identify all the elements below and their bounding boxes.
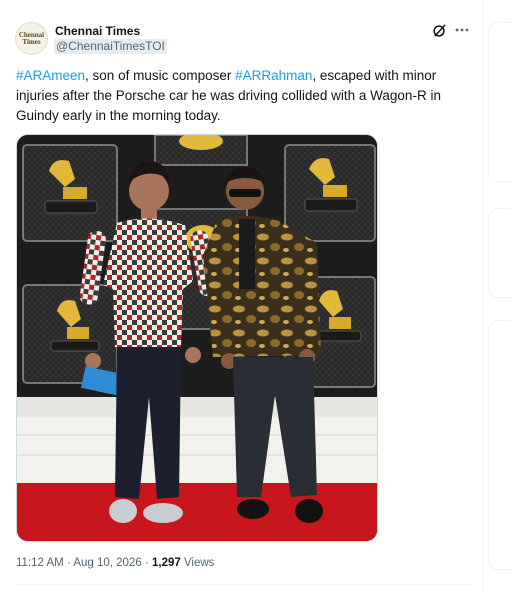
tweet: Chennai Times Chennai Times @ChennaiTime…	[0, 0, 483, 592]
account-handle[interactable]: @ChennaiTimesTOI	[54, 39, 167, 54]
timestamp[interactable]: 11:12 AM · Aug 10, 2026	[16, 557, 142, 569]
tweet-text: #ARAmeen, son of music composer #ARRahma…	[16, 66, 471, 126]
avatar[interactable]: Chennai Times	[15, 22, 48, 55]
more-options-icon[interactable]	[455, 25, 469, 35]
sidebar-card	[488, 208, 512, 298]
hashtag-link[interactable]: #ARRahman	[235, 68, 312, 83]
account-name[interactable]: Chennai Times	[55, 24, 140, 38]
avatar-logo-text: Times	[22, 37, 41, 46]
sidebar-card	[488, 320, 512, 570]
photo-red-carpet	[17, 135, 377, 541]
tweet-photo[interactable]	[16, 134, 378, 542]
sidebar-card	[488, 22, 512, 182]
views-label: Views	[180, 557, 215, 569]
grok-icon[interactable]	[432, 23, 447, 38]
tweet-text-segment: , son of music composer	[85, 68, 236, 83]
tweet-meta: 11:12 AM · Aug 10, 2026 · 1,297 Views	[16, 557, 214, 569]
hashtag-link[interactable]: #ARAmeen	[16, 68, 85, 83]
meta-separator: ·	[141, 557, 152, 569]
divider	[16, 584, 471, 585]
views-count: 1,297	[151, 557, 181, 569]
